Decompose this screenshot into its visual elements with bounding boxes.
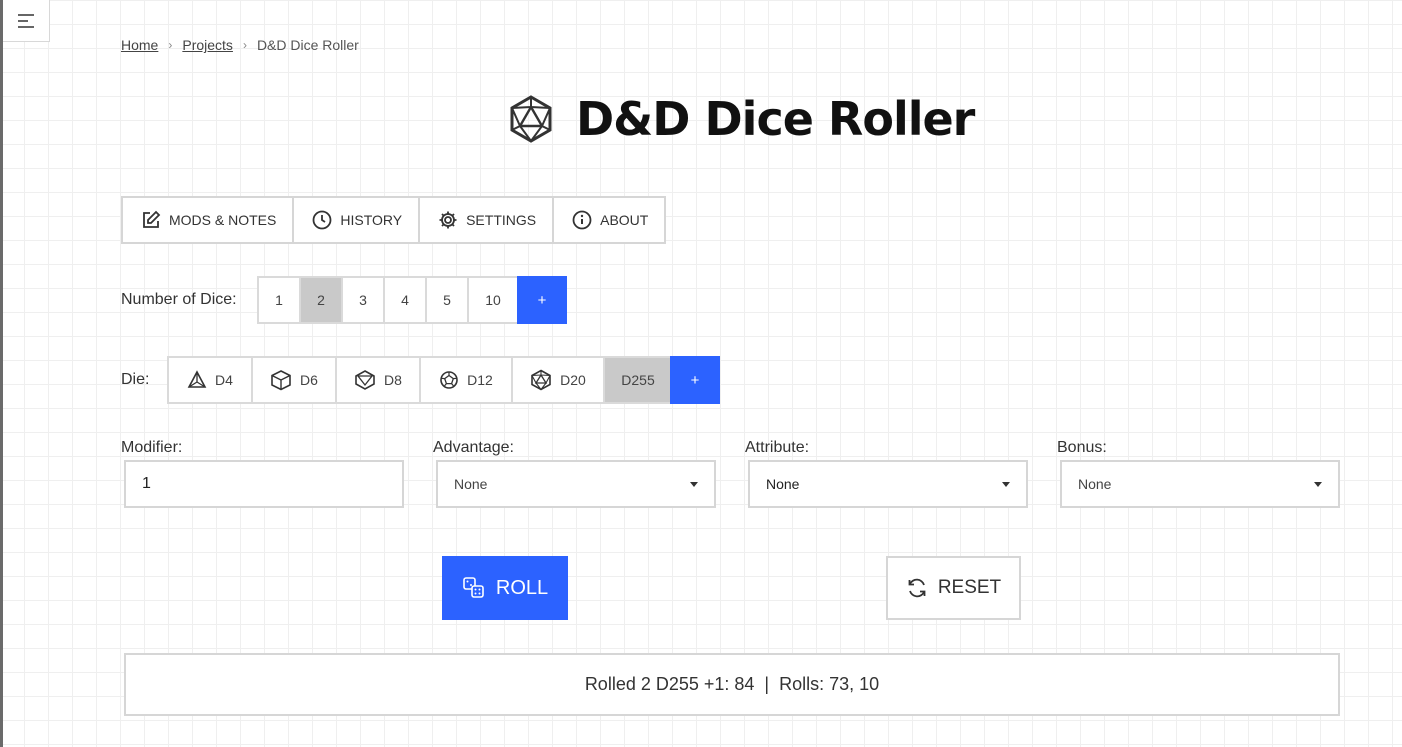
- tab-settings[interactable]: SETTINGS: [420, 198, 555, 242]
- die-option-d255-selected[interactable]: D255: [605, 358, 671, 402]
- roll-result-text: Rolled 2 D255 +1: 84 | Rolls: 73, 10: [584, 674, 880, 694]
- tab-label: ABOUT: [600, 212, 649, 228]
- d12-icon: [439, 370, 459, 390]
- dice-count-option[interactable]: 10: [469, 278, 517, 322]
- die-option-d20[interactable]: D20: [513, 358, 605, 402]
- die-option-d4[interactable]: D4: [169, 358, 253, 402]
- tab-mods-notes[interactable]: MODS & NOTES: [123, 198, 295, 242]
- info-icon: [572, 210, 592, 230]
- die-option-label: D12: [467, 372, 493, 388]
- die-type-group: D4 D6 D8 D12 D20 D255: [167, 356, 673, 404]
- page-header: D&D Dice Roller: [508, 92, 975, 146]
- advantage-value: None: [454, 476, 488, 492]
- reset-label: RESET: [937, 577, 1002, 598]
- modifier-input[interactable]: 1: [124, 460, 404, 508]
- breadcrumb-separator: ›: [242, 38, 247, 52]
- breadcrumb-projects-link[interactable]: Projects: [182, 37, 233, 53]
- breadcrumb-home-link[interactable]: Home: [121, 37, 158, 53]
- die-option-label: D255: [621, 372, 655, 388]
- dice-count-option[interactable]: 3: [343, 278, 385, 322]
- dice-count-option[interactable]: 5: [427, 278, 469, 322]
- breadcrumb-current: D&D Dice Roller: [256, 37, 359, 53]
- die-label: Die:: [121, 371, 150, 388]
- dice-count-option[interactable]: 4: [385, 278, 427, 322]
- clock-icon: [312, 210, 332, 230]
- breadcrumb-separator: ›: [168, 38, 173, 52]
- advantage-label: Advantage:: [433, 439, 514, 456]
- tab-about[interactable]: ABOUT: [554, 198, 665, 242]
- bonus-select[interactable]: None: [1060, 460, 1340, 508]
- tab-label: MODS & NOTES: [169, 212, 277, 228]
- modifier-label: Modifier:: [121, 439, 183, 456]
- page-title: D&D Dice Roller: [576, 92, 975, 146]
- breadcrumb: Home › Projects › D&D Dice Roller: [121, 37, 359, 53]
- bonus-value: None: [1078, 476, 1112, 492]
- number-of-dice-label: Number of Dice:: [121, 291, 237, 308]
- d20-logo-icon: [508, 94, 554, 144]
- die-option-d8[interactable]: D8: [337, 358, 421, 402]
- number-of-dice-group: 1 2 3 4 5 10: [257, 276, 519, 324]
- attribute-select[interactable]: None: [748, 460, 1028, 508]
- die-option-label: D8: [384, 372, 402, 388]
- edit-icon: [141, 210, 161, 230]
- die-option-d12[interactable]: D12: [421, 358, 513, 402]
- advantage-select[interactable]: None: [436, 460, 716, 508]
- tab-label: HISTORY: [340, 212, 403, 228]
- chevron-down-icon: [1314, 481, 1322, 487]
- d4-icon: [187, 370, 207, 390]
- d6-icon: [270, 369, 292, 391]
- dice-count-option[interactable]: 1: [259, 278, 301, 322]
- die-option-label: D20: [560, 372, 586, 388]
- d8-icon: [354, 369, 376, 391]
- refresh-icon: [906, 577, 928, 599]
- d20-icon: [530, 369, 552, 391]
- dice-icon: [462, 576, 486, 600]
- chevron-down-icon: [1002, 481, 1010, 487]
- roll-result-panel: Rolled 2 D255 +1: 84 | Rolls: 73, 10: [124, 653, 1340, 716]
- die-option-d6[interactable]: D6: [253, 358, 337, 402]
- attribute-label: Attribute:: [745, 439, 810, 456]
- tab-label: SETTINGS: [466, 212, 537, 228]
- tab-bar: MODS & NOTES HISTORY SETTINGS ABOUT: [121, 196, 667, 244]
- attribute-value: None: [766, 476, 800, 492]
- roll-button[interactable]: ROLL: [442, 556, 568, 620]
- menu-icon: [17, 13, 35, 28]
- add-die-type-button[interactable]: +: [670, 356, 720, 404]
- die-option-label: D4: [215, 372, 233, 388]
- roll-label: ROLL: [495, 576, 549, 599]
- reset-button[interactable]: RESET: [886, 556, 1021, 620]
- gear-icon: [438, 210, 458, 230]
- tab-history[interactable]: HISTORY: [294, 198, 421, 242]
- add-dice-count-button[interactable]: +: [517, 276, 567, 324]
- bonus-label: Bonus:: [1057, 439, 1107, 456]
- dice-count-option-selected[interactable]: 2: [301, 278, 343, 322]
- die-option-label: D6: [300, 372, 318, 388]
- menu-button[interactable]: [3, 0, 50, 42]
- chevron-down-icon: [690, 481, 698, 487]
